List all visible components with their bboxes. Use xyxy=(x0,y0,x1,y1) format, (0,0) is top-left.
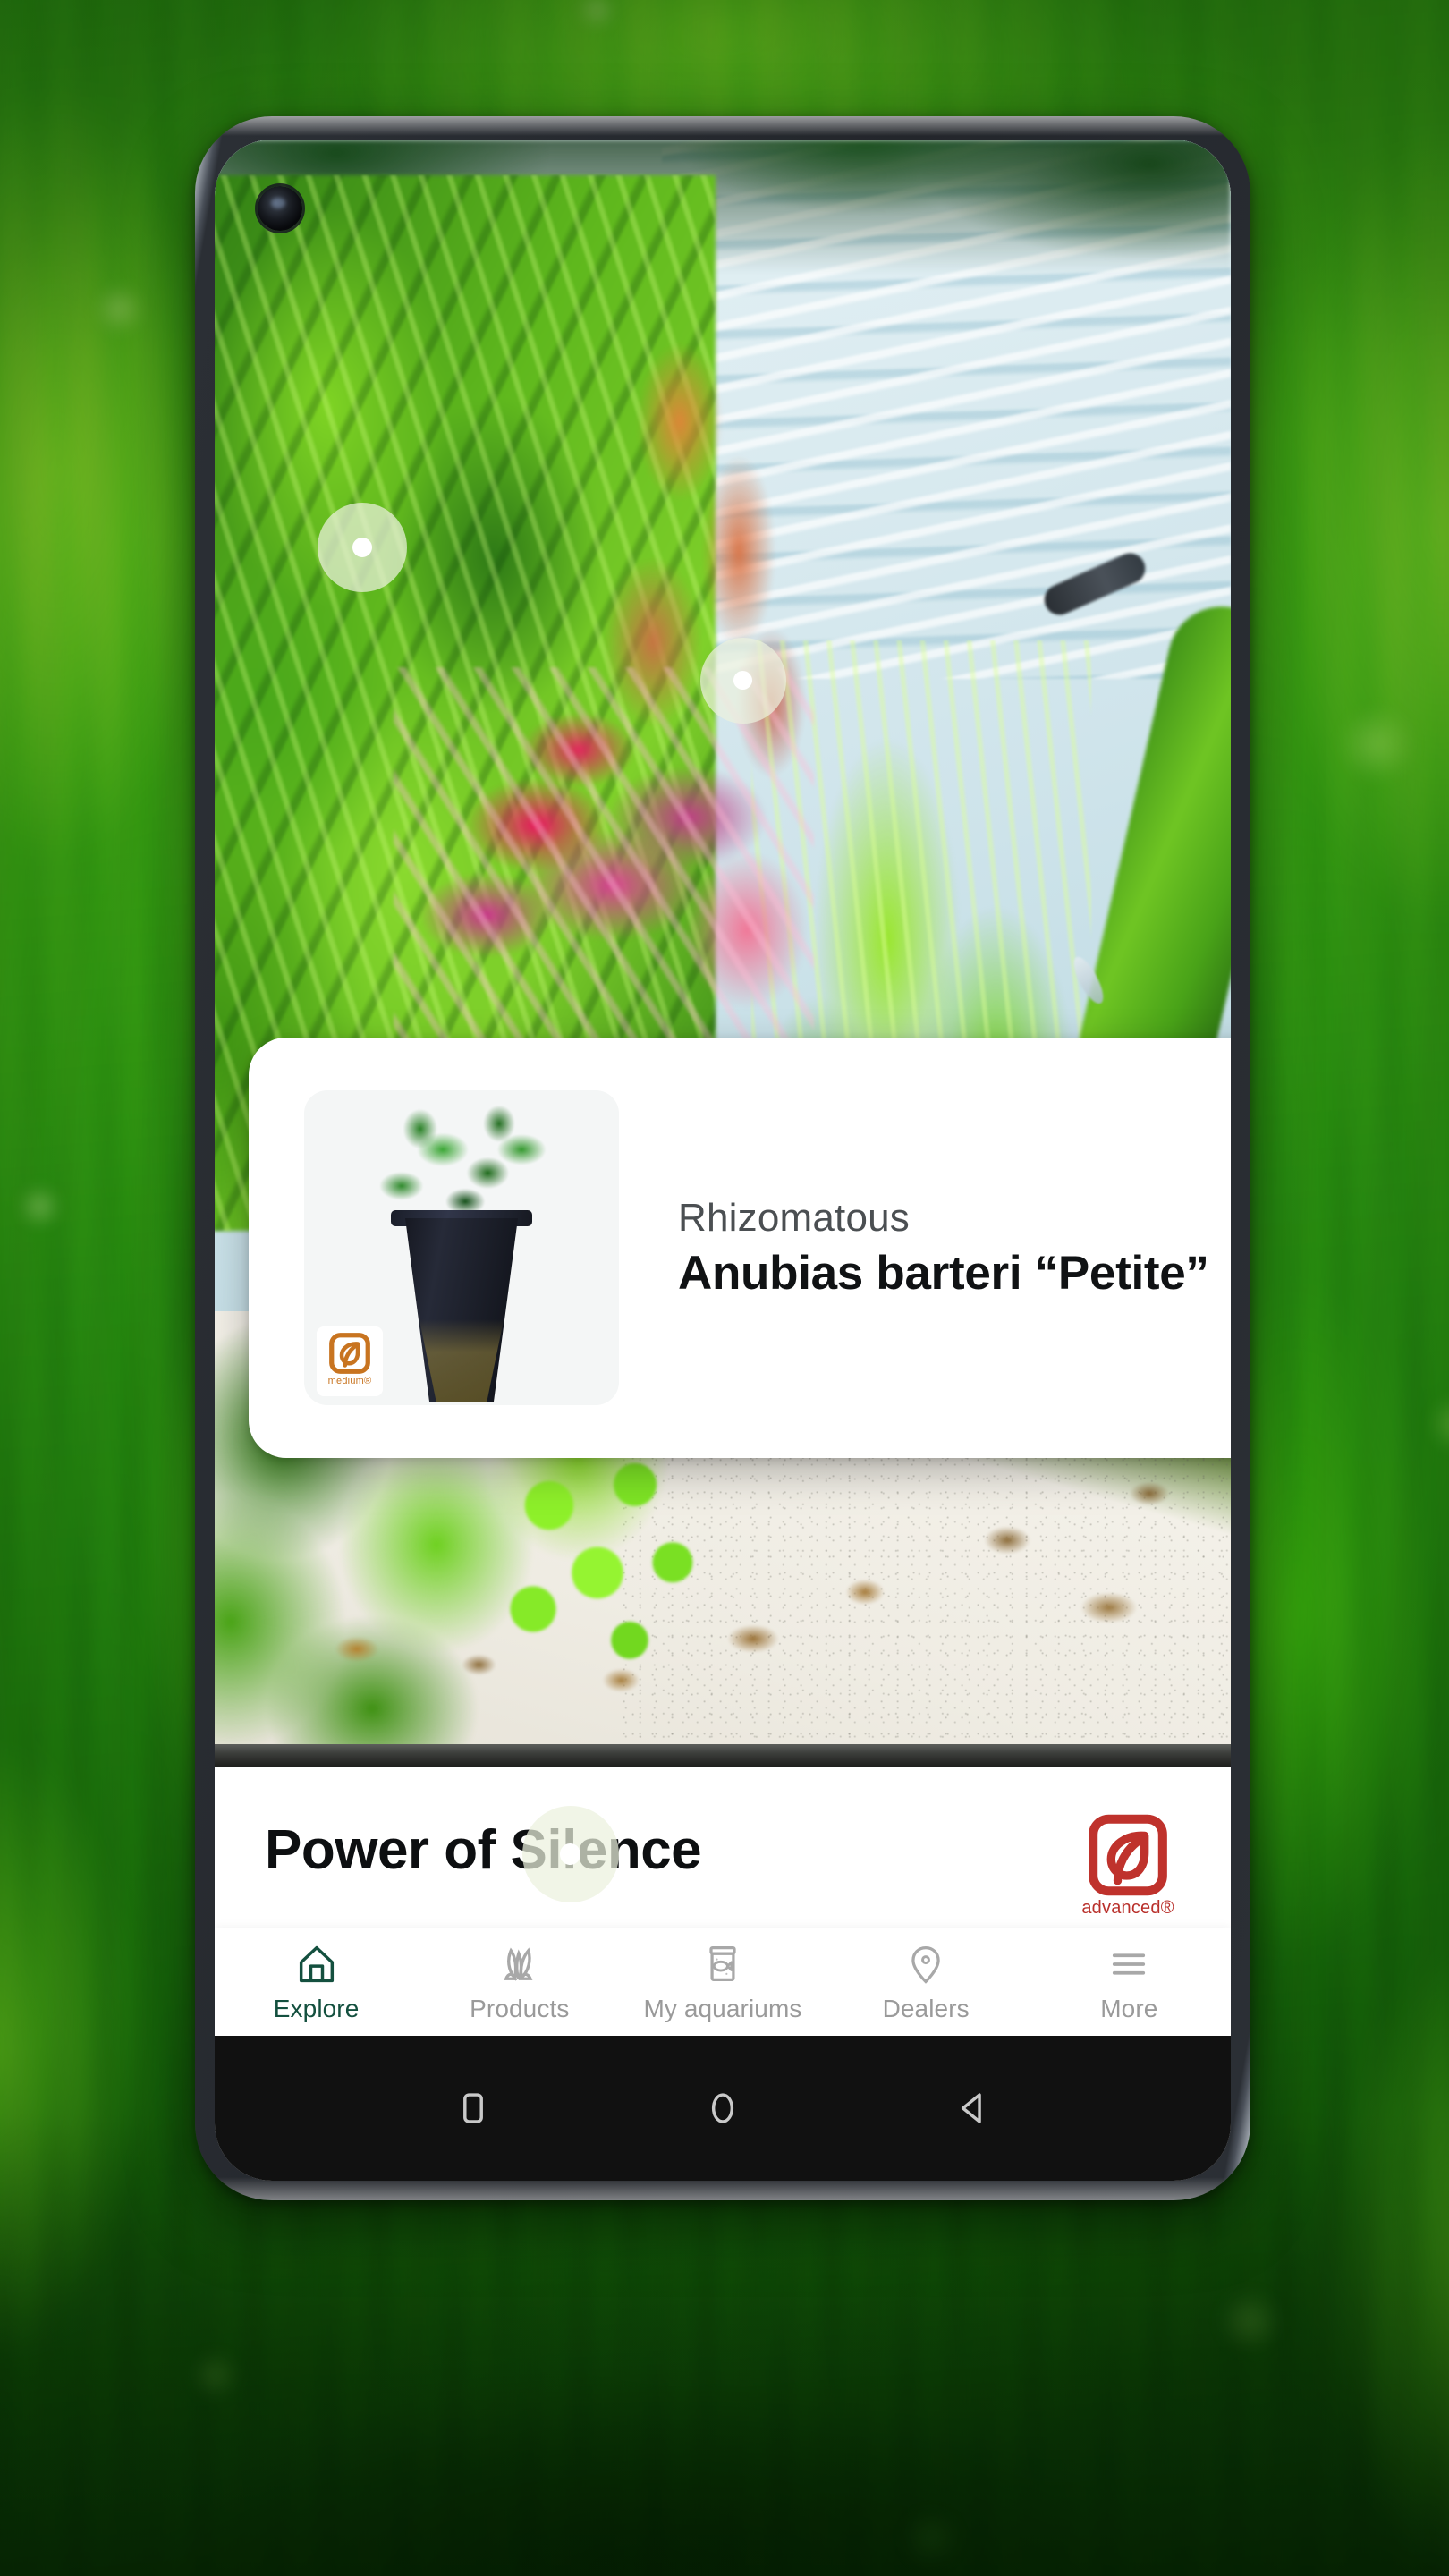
home-icon xyxy=(299,1945,334,1983)
phone-device: medium® Rhizomatous Anubias barteri “Pet… xyxy=(195,116,1250,2200)
tab-products[interactable]: Products xyxy=(418,1941,621,2023)
product-card-text: Rhizomatous Anubias barteri “Petite” xyxy=(619,1196,1231,1301)
app-viewport: medium® Rhizomatous Anubias barteri “Pet… xyxy=(215,140,1231,2181)
leaf-square-logo-icon xyxy=(1089,1814,1167,1896)
advanced-logo: advanced® xyxy=(1075,1814,1181,1919)
hotspot-center-dot xyxy=(352,538,372,558)
advanced-logo-label: advanced® xyxy=(1081,1898,1174,1918)
bottom-tab-bar: Explore Products My aquariums Dealers Mo… xyxy=(215,1928,1231,2036)
plant-icon xyxy=(504,1947,533,1981)
product-name: Anubias barteri “Petite” xyxy=(678,1246,1209,1300)
screenshot-root: medium® Rhizomatous Anubias barteri “Pet… xyxy=(0,0,1449,2576)
tank-bottom-rim xyxy=(215,1744,1231,1767)
article-section: Power of Silence advanced® "Realizing th… xyxy=(215,1767,1231,1928)
back-button[interactable] xyxy=(932,2068,1013,2148)
fishtank-icon xyxy=(709,1945,736,1981)
hotspot-center-dot xyxy=(733,671,753,691)
circle-icon xyxy=(711,2093,734,2123)
medium-badge-label: medium® xyxy=(327,1376,372,1386)
punch-hole-camera xyxy=(258,186,302,231)
aquarium-hotspot-marker[interactable] xyxy=(699,637,786,724)
pink-plant-leaves xyxy=(394,667,814,1043)
hotspot-center-dot xyxy=(559,1843,581,1865)
pin-icon xyxy=(911,1945,940,1984)
article-header: Power of Silence advanced® xyxy=(265,1814,1181,1919)
triangle-back-icon xyxy=(961,2093,981,2123)
tab-more[interactable]: More xyxy=(1028,1941,1231,2023)
tab-my-aquariums[interactable]: My aquariums xyxy=(621,1941,824,2023)
aquarium-hotspot-marker[interactable] xyxy=(317,503,407,593)
android-navigation-bar xyxy=(215,2036,1231,2181)
article-title: Power of Silence xyxy=(265,1819,702,1881)
product-card[interactable]: medium® Rhizomatous Anubias barteri “Pet… xyxy=(249,1038,1231,1458)
tab-label: Explore xyxy=(273,1995,360,2022)
tab-label: More xyxy=(1100,1995,1158,2022)
square-icon xyxy=(463,2093,484,2123)
product-category: Rhizomatous xyxy=(678,1195,910,1240)
tab-explore[interactable]: Explore xyxy=(215,1941,418,2023)
tab-label: Dealers xyxy=(882,1995,970,2022)
phone-screen: medium® Rhizomatous Anubias barteri “Pet… xyxy=(215,140,1231,2181)
tab-dealers[interactable]: Dealers xyxy=(825,1941,1028,2023)
tab-label: My aquariums xyxy=(643,1995,802,2022)
recents-button[interactable] xyxy=(433,2068,513,2148)
product-thumbnail: medium® xyxy=(304,1090,619,1405)
rock-scatter xyxy=(215,1436,1231,1696)
medium-badge: medium® xyxy=(317,1326,383,1396)
tab-label: Products xyxy=(470,1995,570,2022)
home-button[interactable] xyxy=(682,2068,763,2148)
menu-icon xyxy=(1113,1953,1146,1975)
leaf-square-logo-icon xyxy=(329,1333,370,1374)
aquarium-hotspot-marker[interactable] xyxy=(521,1805,619,1902)
